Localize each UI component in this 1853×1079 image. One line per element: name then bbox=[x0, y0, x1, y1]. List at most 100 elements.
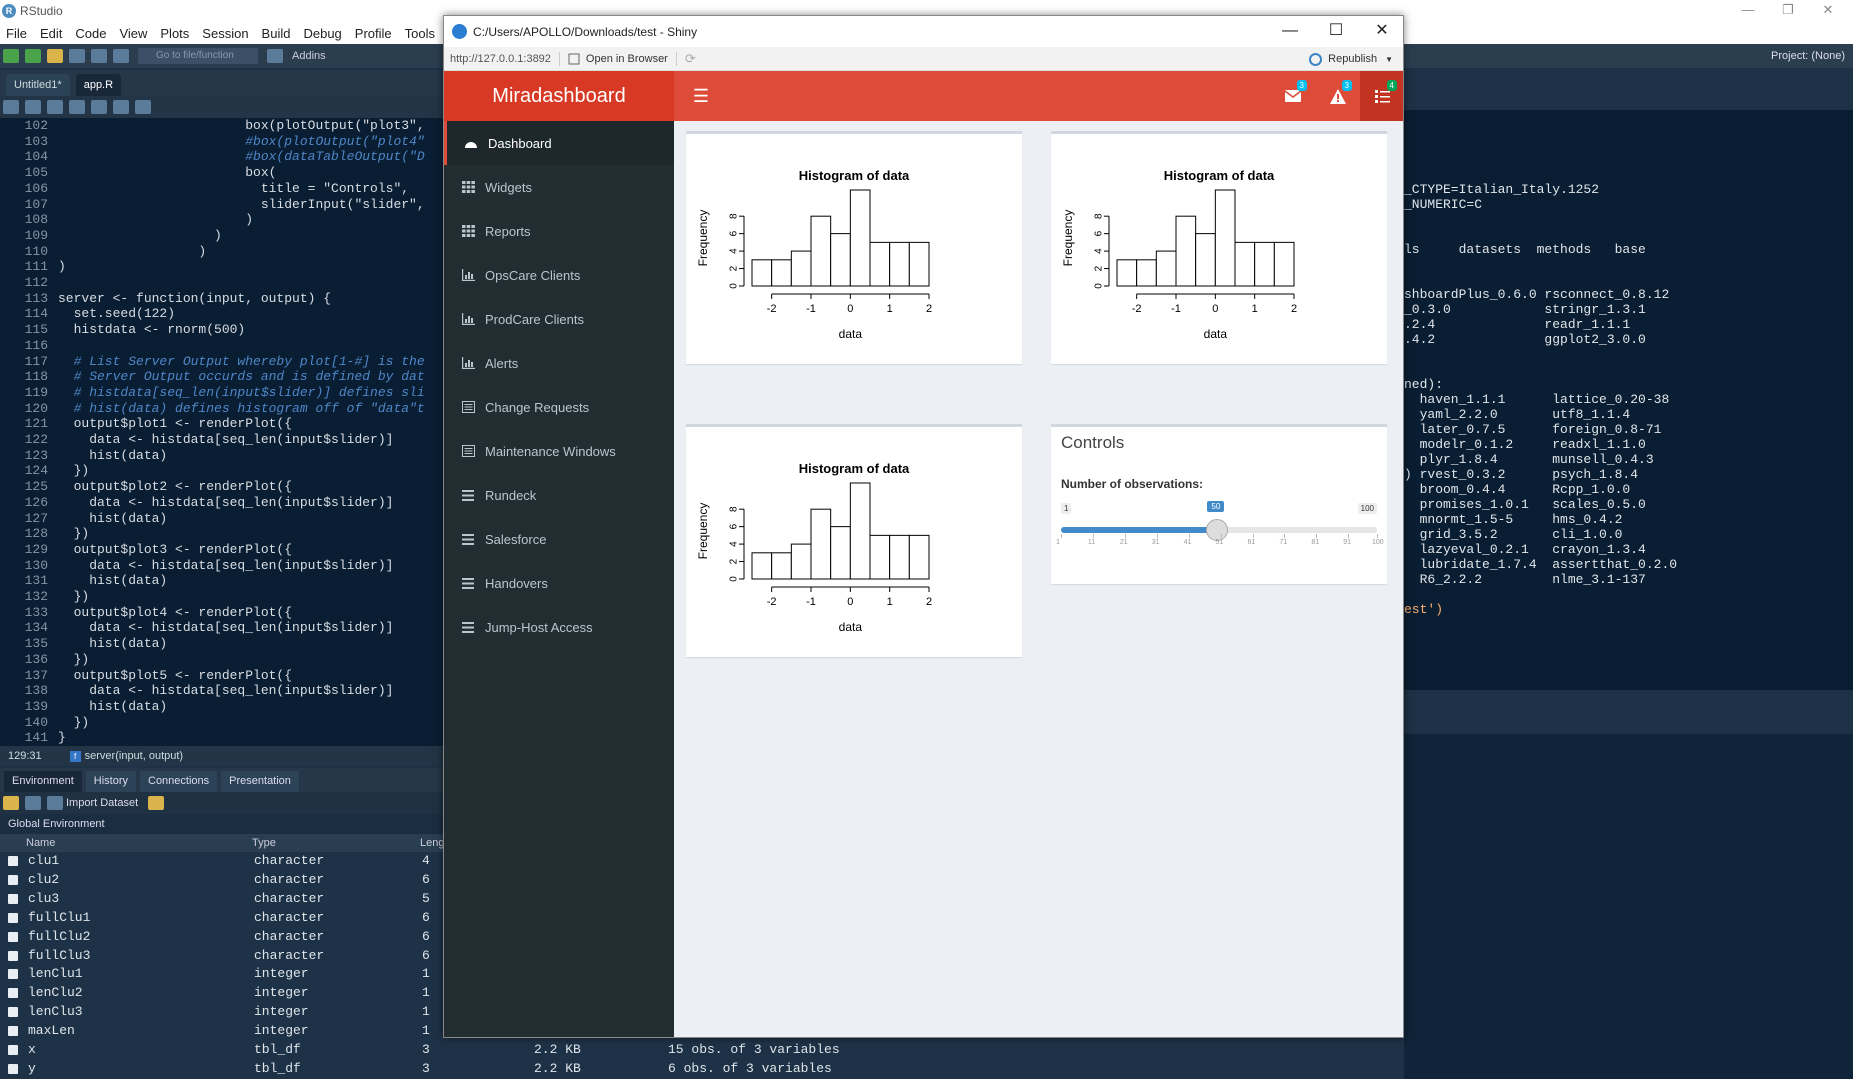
menu-code[interactable]: Code bbox=[75, 26, 106, 41]
sidebar-item-prodcare-clients[interactable]: ProdCare Clients bbox=[444, 297, 674, 341]
code-line[interactable]: 131 hist(data) bbox=[0, 573, 168, 588]
environment-scope-select[interactable]: Global Environment bbox=[0, 814, 445, 834]
menu-edit[interactable]: Edit bbox=[40, 26, 62, 41]
notifications-menu[interactable]: 3 bbox=[1315, 71, 1360, 121]
go-to-file-input[interactable]: Go to file/function bbox=[138, 48, 258, 64]
row-checkbox[interactable] bbox=[8, 950, 18, 961]
project-menu[interactable]: Project: (None) bbox=[1771, 44, 1845, 68]
tab-presentation[interactable]: Presentation bbox=[221, 771, 299, 792]
code-line[interactable]: 123 hist(data) bbox=[0, 448, 168, 463]
search-icon[interactable] bbox=[91, 100, 107, 114]
row-checkbox[interactable] bbox=[8, 988, 18, 999]
messages-menu[interactable]: 3 bbox=[1270, 71, 1315, 121]
sidebar-item-jump-host-access[interactable]: Jump-Host Access bbox=[444, 605, 674, 649]
menu-profile[interactable]: Profile bbox=[355, 26, 392, 41]
code-line[interactable]: 105 box( bbox=[0, 165, 277, 180]
menu-file[interactable]: File bbox=[6, 26, 27, 41]
show-in-window-icon[interactable] bbox=[47, 100, 63, 114]
save-all-icon[interactable] bbox=[91, 49, 107, 63]
code-line[interactable]: 115 histdata <- rnorm(500) bbox=[0, 322, 246, 337]
code-line[interactable]: 127 hist(data) bbox=[0, 511, 168, 526]
code-line[interactable]: 141} bbox=[0, 730, 66, 745]
code-line[interactable]: 112 bbox=[0, 275, 58, 290]
row-checkbox[interactable] bbox=[8, 969, 18, 980]
row-checkbox[interactable] bbox=[8, 1045, 18, 1055]
code-line[interactable]: 121 output$plot1 <- renderPlot({ bbox=[0, 416, 292, 431]
code-line[interactable]: 118 # Server Output occurds and is defin… bbox=[0, 369, 425, 384]
code-line[interactable]: 134 data <- histdata[seq_len(input$slide… bbox=[0, 620, 394, 635]
app-url[interactable]: http://127.0.0.1:3892 bbox=[450, 53, 551, 65]
code-line[interactable]: 117 # List Server Output whereby plot[1-… bbox=[0, 354, 425, 369]
code-line[interactable]: 108 ) bbox=[0, 212, 253, 227]
sidebar-item-reports[interactable]: Reports bbox=[444, 209, 674, 253]
code-line[interactable]: 129 output$plot3 <- renderPlot({ bbox=[0, 542, 292, 557]
menu-view[interactable]: View bbox=[119, 26, 147, 41]
republish-button[interactable]: Republish ▼ bbox=[1309, 47, 1393, 71]
code-line[interactable]: 103 #box(plotOutput("plot4" bbox=[0, 134, 425, 149]
tab-untitled1[interactable]: Untitled1* bbox=[6, 74, 70, 96]
code-tools-icon[interactable] bbox=[113, 100, 129, 114]
function-navigator[interactable]: f server(input, output) bbox=[69, 750, 183, 762]
sidebar-item-alerts[interactable]: Alerts bbox=[444, 341, 674, 385]
code-line[interactable]: 110 ) bbox=[0, 244, 207, 259]
minimize-icon[interactable]: — bbox=[1733, 0, 1763, 22]
sidebar-item-salesforce[interactable]: Salesforce bbox=[444, 517, 674, 561]
slider-handle[interactable] bbox=[1206, 519, 1229, 541]
broom-icon[interactable] bbox=[148, 796, 165, 810]
row-checkbox[interactable] bbox=[8, 856, 18, 866]
code-line[interactable]: 130 data <- histdata[seq_len(input$slide… bbox=[0, 558, 394, 573]
code-line[interactable]: 104 #box(dataTableOutput("D bbox=[0, 149, 425, 164]
code-line[interactable]: 137 output$plot5 <- renderPlot({ bbox=[0, 668, 292, 683]
code-line[interactable]: 132 }) bbox=[0, 589, 90, 604]
new-project-icon[interactable] bbox=[25, 49, 41, 63]
sidebar-item-dashboard[interactable]: Dashboard bbox=[444, 121, 674, 165]
code-line[interactable]: 106 title = "Controls", bbox=[0, 181, 409, 196]
env-row[interactable]: y tbl_df 3 2.2 KB 6 obs. of 3 variables bbox=[0, 1060, 1110, 1078]
sidebar-item-widgets[interactable]: Widgets bbox=[444, 165, 674, 209]
code-line[interactable]: 125 output$plot2 <- renderPlot({ bbox=[0, 479, 292, 494]
addins-menu[interactable]: Addins bbox=[292, 50, 326, 62]
sidebar-toggle-icon[interactable]: ☰ bbox=[686, 71, 716, 121]
save-icon[interactable] bbox=[69, 100, 85, 114]
code-line[interactable]: 128 }) bbox=[0, 526, 90, 541]
column-name[interactable]: Name bbox=[26, 837, 55, 849]
save-icon[interactable] bbox=[69, 49, 85, 63]
refresh-icon[interactable]: ⟳ bbox=[685, 51, 696, 67]
code-line[interactable]: 139 hist(data) bbox=[0, 699, 168, 714]
code-line[interactable]: 122 data <- histdata[seq_len(input$slide… bbox=[0, 432, 394, 447]
shiny-close-icon[interactable]: ✕ bbox=[1359, 16, 1403, 47]
code-line[interactable]: 107 sliderInput("slider", bbox=[0, 197, 425, 212]
open-file-icon[interactable] bbox=[47, 49, 63, 63]
tab-environment[interactable]: Environment bbox=[4, 771, 82, 792]
code-line[interactable]: 102 box(plotOutput("plot3", bbox=[0, 118, 425, 133]
close-icon[interactable]: ✕ bbox=[1813, 0, 1843, 22]
console-pane[interactable]: _CTYPE=Italian_Italy.1252 _NUMERIC=C ls da… bbox=[1404, 70, 1853, 690]
code-line[interactable]: 109 ) bbox=[0, 228, 222, 243]
new-file-icon[interactable] bbox=[3, 49, 19, 63]
code-line[interactable]: 124 }) bbox=[0, 463, 90, 478]
code-line[interactable]: 138 data <- histdata[seq_len(input$slide… bbox=[0, 683, 394, 698]
tab-app-r[interactable]: app.R bbox=[75, 74, 122, 96]
open-in-browser-button[interactable]: Open in Browser bbox=[568, 53, 668, 65]
compile-report-icon[interactable] bbox=[135, 100, 151, 114]
sidebar-item-change-requests[interactable]: Change Requests bbox=[444, 385, 674, 429]
print-icon[interactable] bbox=[113, 49, 129, 63]
tasks-menu[interactable]: 4 bbox=[1360, 71, 1403, 121]
row-checkbox[interactable] bbox=[8, 1063, 18, 1074]
load-workspace-icon[interactable] bbox=[3, 796, 19, 810]
menu-build[interactable]: Build bbox=[262, 26, 291, 41]
code-line[interactable]: 140 }) bbox=[0, 715, 90, 730]
import-dataset-button[interactable]: Import Dataset bbox=[66, 797, 138, 809]
code-line[interactable]: 120 # hist(data) defines histogram off o… bbox=[0, 401, 425, 416]
shiny-minimize-icon[interactable]: — bbox=[1267, 16, 1313, 47]
code-line[interactable]: 116 bbox=[0, 338, 58, 353]
menu-tools[interactable]: Tools bbox=[405, 26, 435, 41]
code-line[interactable]: 135 hist(data) bbox=[0, 636, 168, 651]
restore-icon[interactable]: ❐ bbox=[1773, 0, 1803, 22]
code-line[interactable]: 126 data <- histdata[seq_len(input$slide… bbox=[0, 495, 394, 510]
menu-session[interactable]: Session bbox=[202, 26, 248, 41]
sidebar-item-opscare-clients[interactable]: OpsCare Clients bbox=[444, 253, 674, 297]
row-checkbox[interactable] bbox=[8, 931, 18, 942]
menu-debug[interactable]: Debug bbox=[303, 26, 341, 41]
menu-plots[interactable]: Plots bbox=[160, 26, 189, 41]
